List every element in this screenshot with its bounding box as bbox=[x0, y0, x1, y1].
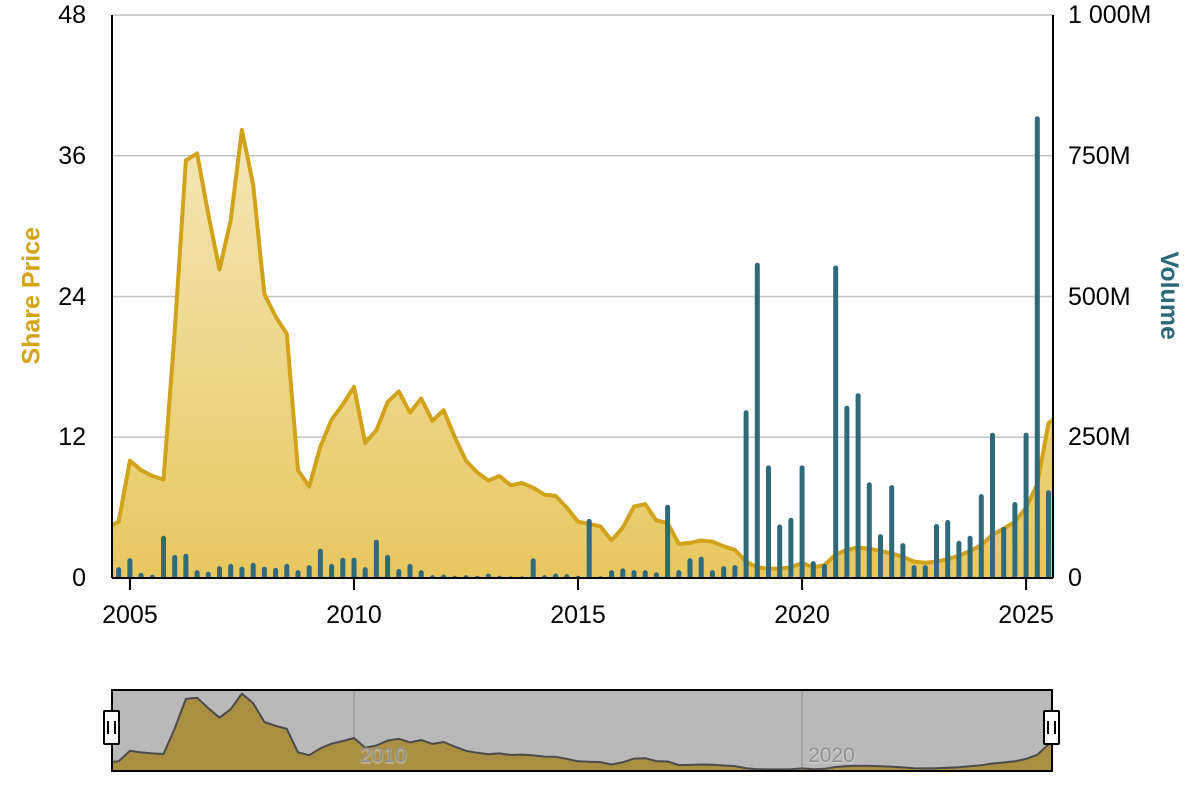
price-axis-title: Share Price bbox=[18, 186, 46, 406]
volume-tick-label: 0 bbox=[1068, 566, 1082, 591]
main-plot-area[interactable] bbox=[112, 15, 1053, 578]
navigator-range-track[interactable] bbox=[112, 690, 1052, 771]
x-tick-label: 2005 bbox=[80, 603, 180, 628]
x-tick-label: 2020 bbox=[752, 603, 852, 628]
handle-grip-icon bbox=[107, 721, 116, 734]
volume-tick-label: 1 000M bbox=[1068, 3, 1151, 28]
volume-tick-label: 750M bbox=[1068, 144, 1131, 169]
x-tick-label: 2010 bbox=[304, 603, 404, 628]
price-tick-label: 0 bbox=[0, 566, 86, 591]
price-tick-label: 12 bbox=[0, 425, 86, 450]
volume-axis-title: Volume bbox=[1154, 186, 1182, 406]
handle-grip-icon bbox=[1047, 721, 1056, 734]
x-tick-label: 2015 bbox=[528, 603, 628, 628]
navigator-right-handle[interactable] bbox=[1043, 710, 1060, 745]
price-tick-label: 48 bbox=[0, 3, 86, 28]
volume-tick-label: 500M bbox=[1068, 285, 1131, 310]
navigator-left-handle[interactable] bbox=[103, 710, 120, 745]
price-tick-label: 36 bbox=[0, 144, 86, 169]
stock-price-volume-chart: 0 12 24 36 48 0 250M 500M 750M 1 000M 20… bbox=[0, 0, 1200, 800]
x-tick-label: 2025 bbox=[976, 603, 1076, 628]
volume-tick-label: 250M bbox=[1068, 425, 1131, 450]
